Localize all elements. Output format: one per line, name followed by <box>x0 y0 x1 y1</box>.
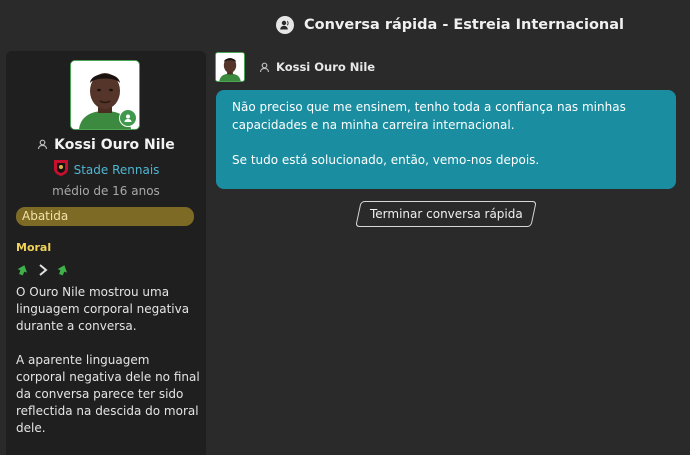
sender-avatar[interactable] <box>215 52 245 82</box>
person-icon <box>259 58 270 77</box>
description-paragraph: O Ouro Nile mostrou uma linguagem corpor… <box>16 285 190 333</box>
conversation-header: Conversa rápida - Estreia Internacional <box>0 0 690 50</box>
player-name-row[interactable]: Kossi Ouro Nile <box>6 135 206 154</box>
club-link[interactable]: Stade Rennais <box>74 163 160 177</box>
body-language-description: O Ouro Nile mostrou uma linguagem corpor… <box>16 284 202 454</box>
message-sender-name[interactable]: Kossi Ouro Nile <box>276 60 375 74</box>
mood-badge: Abatida <box>16 207 194 226</box>
message-bubble: Não preciso que me ensinem, tenho toda a… <box>216 90 676 189</box>
morale-label: Moral <box>16 241 52 254</box>
message-paragraph: Não preciso que me ensinem, tenho toda a… <box>232 100 626 132</box>
end-conversation-label: Terminar conversa rápida <box>369 207 523 221</box>
player-name: Kossi Ouro Nile <box>54 136 175 153</box>
message-paragraph: Se tudo está solucionado, então, vemo-no… <box>232 153 540 167</box>
chat-person-icon <box>276 16 294 34</box>
player-photo[interactable] <box>70 60 140 130</box>
end-conversation-button[interactable]: Terminar conversa rápida <box>355 201 537 227</box>
person-icon <box>37 135 48 154</box>
description-paragraph: A aparente linguagem corporal negativa d… <box>16 353 200 435</box>
up-arrow-icon <box>56 261 70 280</box>
player-age-position: médio de 16 anos <box>52 184 160 198</box>
player-sidebar: Kossi Ouro Nile Stade Rennais médio de 1… <box>6 51 206 455</box>
up-arrow-icon <box>16 261 30 280</box>
page-title: Conversa rápida - Estreia Internacional <box>304 17 624 33</box>
club-crest-icon <box>53 159 69 181</box>
contact-badge-icon <box>119 109 137 127</box>
chevron-right-icon <box>38 261 48 280</box>
message-header: Kossi Ouro Nile <box>215 52 375 82</box>
morale-change <box>16 261 78 280</box>
club-row[interactable]: Stade Rennais <box>6 159 206 181</box>
